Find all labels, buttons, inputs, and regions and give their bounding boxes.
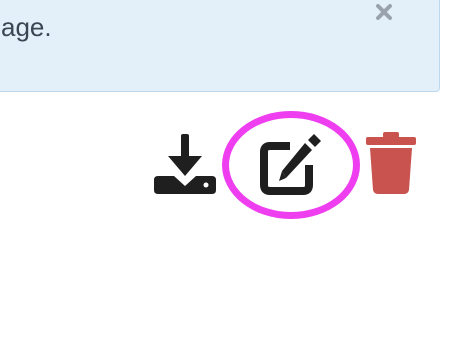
alert-close-button[interactable]: [369, 0, 399, 27]
edit-button[interactable]: [258, 133, 324, 197]
info-alert: age.: [0, 0, 440, 92]
delete-button[interactable]: [364, 132, 418, 194]
edit-icon: [260, 134, 321, 195]
download-icon: [154, 134, 216, 194]
close-icon: [376, 4, 392, 20]
page: age.: [0, 0, 458, 344]
trash-icon: [366, 132, 416, 194]
download-button[interactable]: [154, 132, 216, 196]
alert-message: age.: [1, 12, 52, 42]
